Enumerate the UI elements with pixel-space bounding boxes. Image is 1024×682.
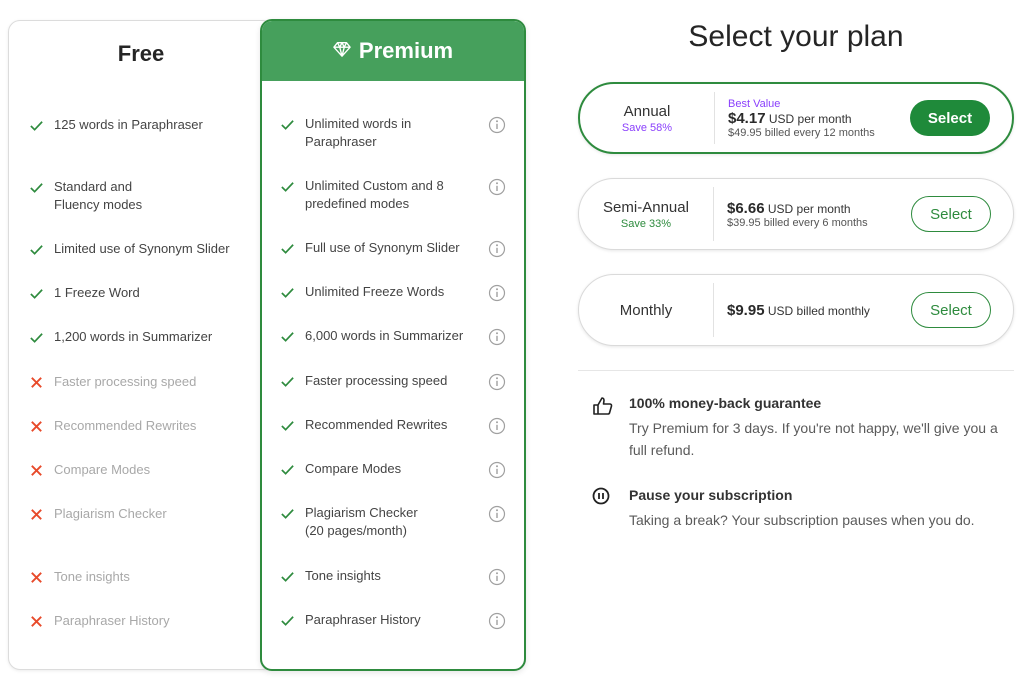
cross-icon <box>26 612 46 630</box>
benefit-title: 100% money-back guarantee <box>629 395 822 411</box>
price-amount: $4.17 <box>728 109 766 127</box>
free-feature: Standard and Fluency modes <box>9 178 273 214</box>
premium-plan-card: Premium Unlimited words in Paraphraser U… <box>260 19 526 671</box>
benefit-description: Try Premium for 3 days. If you're not ha… <box>629 420 998 458</box>
plan-option-semi-annual[interactable]: Semi-Annual Save 33% $6.66 USD per month… <box>578 178 1014 250</box>
divider <box>714 92 715 144</box>
check-icon <box>26 178 46 196</box>
free-feature: Tone insights <box>9 568 273 586</box>
premium-feature: Unlimited words in Paraphraser <box>262 115 524 151</box>
check-icon <box>277 177 297 195</box>
premium-plan-title: Premium <box>358 38 454 63</box>
benefit-description: Taking a break? Your subscription pauses… <box>629 512 975 528</box>
price-amount: $9.95 <box>727 301 765 319</box>
info-icon[interactable] <box>488 568 506 586</box>
section-divider <box>578 370 1014 371</box>
billing-info: $49.95 billed every 12 months <box>728 126 875 139</box>
select-plan-title: Select your plan <box>688 20 904 53</box>
info-icon[interactable] <box>488 178 506 196</box>
cross-icon <box>26 373 46 391</box>
premium-feature: 6,000 words in Summarizer <box>262 327 524 346</box>
check-icon <box>26 284 46 302</box>
plan-option-monthly[interactable]: Monthly $9.95 USD billed monthly Select <box>578 274 1014 346</box>
info-icon[interactable] <box>488 116 506 134</box>
check-icon <box>277 372 297 390</box>
free-plan-title: Free <box>117 41 165 66</box>
info-icon[interactable] <box>488 612 506 630</box>
free-feature: 125 words in Paraphraser <box>9 116 273 134</box>
free-feature: 1,200 words in Summarizer <box>9 328 273 346</box>
free-plan-card: Free 125 words in Paraphraser Standard a… <box>8 20 274 670</box>
cross-icon <box>26 461 46 479</box>
cross-icon <box>26 568 46 586</box>
select-annual-button[interactable]: Select <box>910 100 990 136</box>
free-feature: Limited use of Synonym Slider <box>9 240 273 258</box>
free-feature: Recommended Rewrites <box>9 417 273 435</box>
info-icon[interactable] <box>488 240 506 258</box>
info-icon[interactable] <box>488 328 506 346</box>
free-feature: 1 Freeze Word <box>9 284 273 302</box>
plan-price: Best Value $4.17 USD per month $49.95 bi… <box>728 84 875 152</box>
plan-price: $9.95 USD billed monthly <box>727 275 870 345</box>
check-icon <box>277 611 297 629</box>
diamond-icon <box>333 38 351 64</box>
info-icon[interactable] <box>488 505 506 523</box>
plan-savings: Save 33% <box>620 217 672 230</box>
check-icon <box>26 116 46 134</box>
premium-feature: Recommended Rewrites <box>262 416 524 435</box>
price-suffix: USD per month <box>767 201 851 216</box>
check-icon <box>277 327 297 345</box>
plan-name: Annual <box>623 102 671 120</box>
check-icon <box>26 240 46 258</box>
info-icon[interactable] <box>488 417 506 435</box>
free-feature: Paraphraser History <box>9 612 273 630</box>
cross-icon <box>26 505 46 523</box>
premium-feature: Plagiarism Checker (20 pages/month) <box>262 504 524 540</box>
divider <box>713 187 714 241</box>
free-feature: Compare Modes <box>9 461 273 479</box>
plan-name: Semi-Annual <box>603 198 689 216</box>
check-icon <box>26 328 46 346</box>
info-icon[interactable] <box>488 373 506 391</box>
price-suffix: USD billed monthly <box>767 303 870 318</box>
check-icon <box>277 567 297 585</box>
plan-price: $6.66 USD per month $39.95 billed every … <box>727 179 868 249</box>
premium-plan-header: Premium <box>262 21 524 81</box>
benefit-title: Pause your subscription <box>629 487 793 503</box>
info-icon[interactable] <box>488 284 506 302</box>
select-monthly-button[interactable]: Select <box>911 292 991 328</box>
premium-feature: Tone insights <box>262 567 524 586</box>
premium-feature: Paraphraser History <box>262 611 524 630</box>
best-value-badge: Best Value <box>728 97 781 110</box>
check-icon <box>277 504 297 522</box>
price-amount: $6.66 <box>727 199 765 217</box>
free-feature: Faster processing speed <box>9 373 273 391</box>
premium-feature: Unlimited Custom and 8 predefined modes <box>262 177 524 213</box>
check-icon <box>277 239 297 257</box>
plan-savings: Save 58% <box>621 121 673 134</box>
plan-name: Monthly <box>619 301 673 319</box>
free-feature: Plagiarism Checker <box>9 505 273 523</box>
plan-option-annual[interactable]: Annual Save 58% Best Value $4.17 USD per… <box>578 82 1014 154</box>
premium-feature: Unlimited Freeze Words <box>262 283 524 302</box>
check-icon <box>277 283 297 301</box>
premium-feature: Faster processing speed <box>262 372 524 391</box>
premium-feature: Full use of Synonym Slider <box>262 239 524 258</box>
cross-icon <box>26 417 46 435</box>
premium-feature: Compare Modes <box>262 460 524 479</box>
divider <box>713 283 714 337</box>
price-suffix: USD per month <box>768 111 852 126</box>
billing-info: $39.95 billed every 6 months <box>727 216 868 229</box>
thumbs-up-icon <box>592 395 614 417</box>
check-icon <box>277 115 297 133</box>
check-icon <box>277 460 297 478</box>
check-icon <box>277 416 297 434</box>
info-icon[interactable] <box>488 461 506 479</box>
select-semi-annual-button[interactable]: Select <box>911 196 991 232</box>
pause-circle-icon <box>592 487 614 509</box>
